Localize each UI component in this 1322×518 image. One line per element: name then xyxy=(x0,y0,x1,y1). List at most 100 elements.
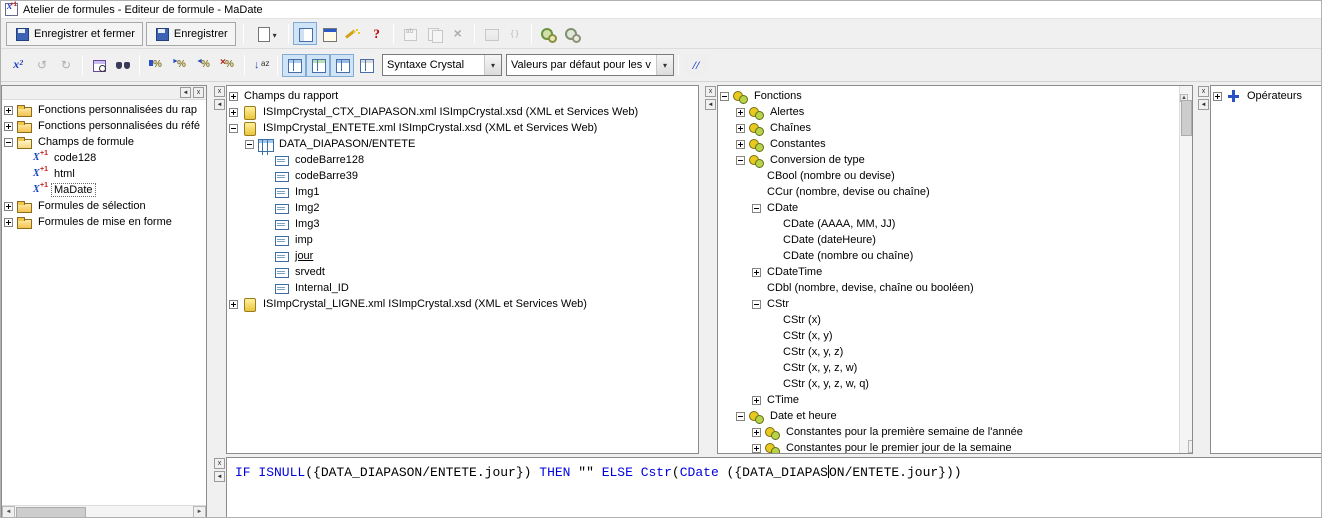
tree-item[interactable]: Conversion de type xyxy=(718,152,1179,168)
expand-icon[interactable] xyxy=(4,218,13,227)
collapse-formula-panel-button[interactable] xyxy=(214,471,225,482)
tree-item[interactable]: Constantes pour le premier jour de la se… xyxy=(718,440,1179,453)
save-button[interactable]: Enregistrer xyxy=(146,22,236,46)
tree-item[interactable]: ISImpCrystal_ENTETE.xml ISImpCrystal.xsd… xyxy=(227,120,698,136)
tree-item[interactable]: Img2 xyxy=(227,200,698,216)
properties-button[interactable] xyxy=(317,22,341,45)
hscroll-track[interactable] xyxy=(15,506,193,518)
close-functions-panel-button[interactable] xyxy=(705,86,716,97)
formula-expert-button[interactable] xyxy=(341,22,365,45)
tree-item[interactable]: ISImpCrystal_CTX_DIAPASON.xml ISImpCryst… xyxy=(227,104,698,120)
tree-item[interactable]: CTime xyxy=(718,392,1179,408)
tree-item[interactable]: CCur (nombre, devise ou chaîne) xyxy=(718,184,1179,200)
tree-item[interactable]: CDate (AAAA, MM, JJ) xyxy=(718,216,1179,232)
scroll-down-icon[interactable] xyxy=(1188,440,1193,453)
tree-item[interactable]: ISImpCrystal_LIGNE.xml ISImpCrystal.xsd … xyxy=(227,296,698,312)
help-button[interactable] xyxy=(365,22,389,45)
toggle-function-tree-button[interactable] xyxy=(306,54,330,77)
expand-icon[interactable] xyxy=(736,140,745,149)
collapse-operators-panel-button[interactable] xyxy=(1198,99,1209,110)
chevron-down-icon[interactable] xyxy=(273,25,277,43)
repository-settings-button[interactable] xyxy=(560,22,584,45)
tree-item[interactable]: imp xyxy=(227,232,698,248)
chevron-down-icon[interactable] xyxy=(656,55,673,75)
hscroll-thumb[interactable] xyxy=(16,507,86,518)
tree-item[interactable]: CDateTime xyxy=(718,264,1179,280)
tree-item[interactable]: codeBarre128 xyxy=(227,152,698,168)
tree-item[interactable]: Img3 xyxy=(227,216,698,232)
browse-data-button[interactable] xyxy=(87,54,111,77)
tree-item[interactable]: CStr (x, y, z) xyxy=(718,344,1179,360)
tree-item[interactable]: Constantes pour la première semaine de l… xyxy=(718,424,1179,440)
expand-icon[interactable] xyxy=(4,202,13,211)
collapse-icon[interactable] xyxy=(720,92,729,101)
collapse-icon[interactable] xyxy=(752,300,761,309)
tree-item[interactable]: Chaînes xyxy=(718,120,1179,136)
toggle-bookmark-button[interactable] xyxy=(144,54,168,77)
tree-item[interactable]: Champs de formule xyxy=(2,134,206,150)
syntax-combobox[interactable]: Syntaxe Crystal xyxy=(382,54,502,76)
tree-item[interactable]: Formules de sélection xyxy=(2,198,206,214)
tree-item[interactable]: CDate xyxy=(718,200,1179,216)
tree-item[interactable]: DATA_DIAPASON/ENTETE xyxy=(227,136,698,152)
expand-icon[interactable] xyxy=(752,428,761,437)
tree-item[interactable]: Internal_ID xyxy=(227,280,698,296)
sort-trees-button[interactable] xyxy=(249,54,273,77)
prev-bookmark-button[interactable] xyxy=(192,54,216,77)
tree-item[interactable]: Fonctions personnalisées du réfé xyxy=(2,118,206,134)
expand-icon[interactable] xyxy=(752,444,761,453)
next-bookmark-button[interactable] xyxy=(168,54,192,77)
vscroll-thumb[interactable] xyxy=(1181,100,1192,136)
tree-item[interactable]: MaDate xyxy=(2,182,206,198)
find-button[interactable] xyxy=(111,54,135,77)
collapse-functions-panel-button[interactable] xyxy=(705,99,716,110)
tree-item[interactable]: CDate (dateHeure) xyxy=(718,232,1179,248)
scroll-left-icon[interactable] xyxy=(2,506,15,518)
tree-item[interactable]: codeBarre39 xyxy=(227,168,698,184)
tree-item[interactable]: Champs du rapport xyxy=(227,88,698,104)
expand-icon[interactable] xyxy=(229,108,238,117)
tree-item[interactable]: CStr (x) xyxy=(718,312,1179,328)
formula-editor[interactable]: IF ISNULL({DATA_DIAPASON/ENTETE.jour}) T… xyxy=(226,457,1322,518)
expand-icon[interactable] xyxy=(752,396,761,405)
new-formula-button[interactable] xyxy=(248,22,284,45)
tree-item[interactable]: CDbl (nombre, devise, chaîne ou booléen) xyxy=(718,280,1179,296)
add-to-repository-button[interactable] xyxy=(536,22,560,45)
expand-icon[interactable] xyxy=(752,268,761,277)
collapse-icon[interactable] xyxy=(4,138,13,147)
collapse-icon[interactable] xyxy=(229,124,238,133)
save-and-close-button[interactable]: Enregistrer et fermer xyxy=(6,22,143,46)
toggle-operator-tree-button[interactable] xyxy=(330,54,354,77)
collapse-icon[interactable] xyxy=(736,156,745,165)
tree-item[interactable]: Alertes xyxy=(718,104,1179,120)
toggle-formula-tree-button[interactable] xyxy=(354,54,378,77)
chevron-down-icon[interactable] xyxy=(484,55,501,75)
check-formula-button[interactable] xyxy=(6,54,30,77)
tree-item[interactable]: Formules de mise en forme xyxy=(2,214,206,230)
collapse-fields-panel-button[interactable] xyxy=(214,99,225,110)
tree-item[interactable]: CStr (x, y, z, w) xyxy=(718,360,1179,376)
expand-icon[interactable] xyxy=(4,106,13,115)
tree-item[interactable]: CDate (nombre ou chaîne) xyxy=(718,248,1179,264)
expand-icon[interactable] xyxy=(229,92,238,101)
tree-item[interactable]: jour xyxy=(227,248,698,264)
collapse-icon[interactable] xyxy=(736,412,745,421)
formula-text[interactable]: IF ISNULL({DATA_DIAPASON/ENTETE.jour}) T… xyxy=(235,465,1322,481)
close-operators-panel-button[interactable] xyxy=(1198,86,1209,97)
expand-icon[interactable] xyxy=(4,122,13,131)
tree-item[interactable]: Opérateurs xyxy=(1211,88,1322,104)
collapse-icon[interactable] xyxy=(245,140,254,149)
scroll-right-icon[interactable] xyxy=(193,506,206,518)
expand-icon[interactable] xyxy=(736,124,745,133)
tree-item[interactable]: CStr (x, y) xyxy=(718,328,1179,344)
close-panel-button[interactable] xyxy=(193,87,204,98)
clear-bookmarks-button[interactable] xyxy=(216,54,240,77)
workshop-tree-hscrollbar[interactable] xyxy=(2,505,206,518)
tree-item[interactable]: code128 xyxy=(2,150,206,166)
functions-tree-scrollbar[interactable] xyxy=(1179,86,1192,453)
expand-icon[interactable] xyxy=(229,300,238,309)
tree-item[interactable]: srvedt xyxy=(227,264,698,280)
collapse-icon[interactable] xyxy=(752,204,761,213)
comment-button[interactable]: // xyxy=(683,54,709,76)
tree-item[interactable]: CStr xyxy=(718,296,1179,312)
